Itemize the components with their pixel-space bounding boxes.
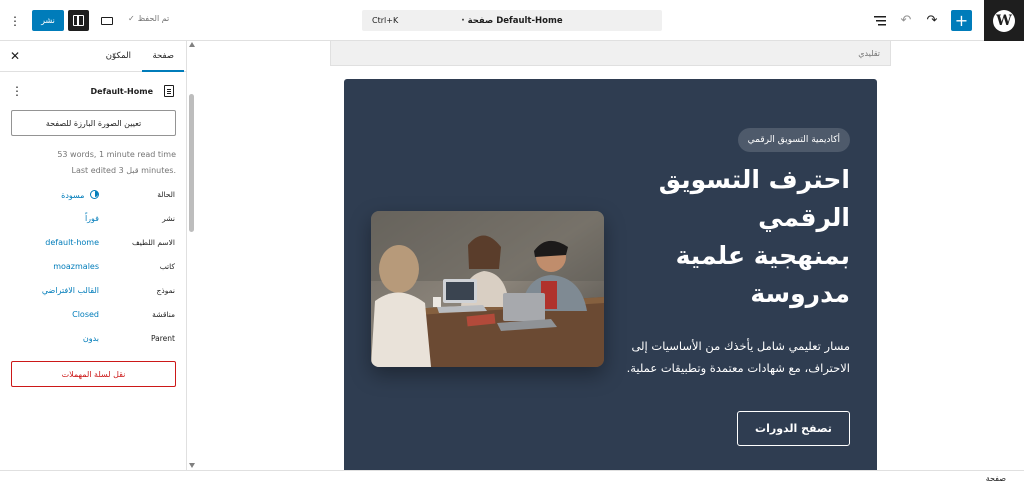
set-featured-image-button[interactable]: تعيين الصورة البارزة للصفحة bbox=[11, 110, 176, 136]
undo-icon: ↶ bbox=[900, 13, 912, 28]
settings-sidebar: صفحة المكوّن ✕ Default-Home ⋮ تعيين الصو… bbox=[0, 41, 187, 470]
template-row: نموذج القالب الافتراضي bbox=[0, 286, 186, 300]
document-overview-button[interactable] bbox=[870, 10, 890, 31]
redo-icon: ↷ bbox=[926, 13, 938, 28]
check-icon: ✓ bbox=[128, 14, 135, 23]
desktop-preview-icon bbox=[101, 16, 113, 25]
scroll-thumb[interactable] bbox=[189, 94, 194, 232]
author-label: كاتب bbox=[159, 262, 175, 271]
hero-image[interactable] bbox=[371, 211, 604, 367]
hero-title-line: مدروسة bbox=[750, 279, 850, 308]
tab-block[interactable]: المكوّن bbox=[106, 51, 131, 61]
post-status-icon bbox=[90, 190, 99, 199]
saved-label: تم الحفظ bbox=[137, 14, 170, 23]
discussion-label: مناقشة bbox=[152, 310, 175, 319]
redo-button[interactable]: ↷ bbox=[922, 10, 942, 31]
wordpress-logo-icon: W bbox=[993, 9, 1015, 32]
plus-icon: + bbox=[954, 11, 969, 30]
active-tab-indicator bbox=[142, 70, 184, 72]
tab-page[interactable]: صفحة bbox=[152, 51, 174, 61]
browse-courses-button[interactable]: تصفح الدورات bbox=[737, 411, 850, 446]
sidebar-tabs: صفحة المكوّن ✕ bbox=[0, 41, 186, 72]
block-breadcrumb[interactable]: صفحة bbox=[986, 474, 1006, 483]
publish-label: نشر bbox=[162, 214, 175, 223]
students-photo-illustration bbox=[371, 211, 604, 367]
hero-section[interactable]: أكاديمية التسويق الرقمي احترف التسويق ال… bbox=[344, 79, 877, 470]
parent-value[interactable]: بدون bbox=[83, 334, 99, 343]
close-icon: ✕ bbox=[10, 49, 21, 63]
document-title: · صفحة Default-Home bbox=[362, 16, 662, 26]
status-row: الحالة مسودة bbox=[0, 190, 186, 204]
document-actions-button[interactable]: ⋮ bbox=[11, 84, 23, 98]
word-count: 53 words, 1 minute read time bbox=[57, 150, 176, 159]
document-type: · صفحة bbox=[461, 15, 494, 26]
classic-block-label: تقليدي bbox=[858, 49, 880, 58]
publish-row: نشر فوراً bbox=[0, 214, 186, 228]
block-inserter-button[interactable]: + bbox=[951, 10, 972, 31]
document-summary: Default-Home ⋮ bbox=[0, 82, 186, 102]
publish-value[interactable]: فوراً bbox=[85, 214, 99, 223]
wordpress-logo-button[interactable]: W bbox=[984, 0, 1024, 41]
hero-title-line: احترف التسويق bbox=[658, 165, 850, 194]
settings-sidebar-toggle[interactable] bbox=[68, 10, 89, 31]
hero-description[interactable]: مسار تعليمي شامل يأخذك من الأساسيات إلى … bbox=[620, 335, 850, 379]
publish-button[interactable]: نشر bbox=[32, 10, 64, 31]
document-name: Default-Home bbox=[90, 87, 153, 96]
editor-topbar: W + ↷ ↶ Ctrl+K · صفحة Default-Home ✓ تم … bbox=[0, 0, 1024, 41]
template-label: نموذج bbox=[156, 286, 175, 295]
slug-value[interactable]: default-home bbox=[45, 238, 99, 247]
undo-button[interactable]: ↶ bbox=[896, 10, 916, 31]
template-value[interactable]: القالب الافتراضي bbox=[42, 286, 99, 295]
editor-canvas: تقليدي أكاديمية التسويق الرقمي احترف الت… bbox=[197, 41, 1024, 470]
classic-block-toolbar[interactable]: تقليدي bbox=[330, 41, 891, 66]
close-sidebar-button[interactable]: ✕ bbox=[10, 49, 20, 63]
slug-row: الاسم اللطيف default-home bbox=[0, 238, 186, 252]
options-menu-button[interactable]: ⋮ bbox=[8, 10, 22, 31]
command-palette-bar[interactable]: Ctrl+K · صفحة Default-Home bbox=[362, 10, 662, 31]
document-title-text: Default-Home bbox=[496, 15, 563, 26]
parent-row: Parent بدون bbox=[0, 334, 186, 348]
more-vertical-icon: ⋮ bbox=[9, 13, 21, 28]
slug-label: الاسم اللطيف bbox=[131, 238, 175, 247]
hero-title-line: الرقمي bbox=[758, 203, 850, 232]
status-text: مسودة bbox=[61, 191, 85, 200]
save-status: ✓ تم الحفظ bbox=[128, 14, 169, 23]
author-row: كاتب moazmales bbox=[0, 262, 186, 276]
document-meta: 53 words, 1 minute read time Last edited… bbox=[10, 147, 176, 179]
sidebar-toggle-icon bbox=[73, 15, 84, 26]
last-edited: Last edited قبل 3 minutes. bbox=[71, 166, 176, 175]
discussion-value[interactable]: Closed bbox=[72, 310, 99, 319]
editor-footer: صفحة bbox=[0, 470, 1024, 486]
move-to-trash-button[interactable]: نقل لسلة المهملات bbox=[11, 361, 176, 387]
editor-app: W + ↷ ↶ Ctrl+K · صفحة Default-Home ✓ تم … bbox=[0, 0, 1024, 486]
status-label: الحالة bbox=[157, 190, 175, 199]
scroll-down-arrow-icon[interactable] bbox=[189, 463, 195, 468]
hero-title[interactable]: احترف التسويق الرقمي بمنهجية علمية مدروس… bbox=[620, 161, 850, 313]
document-overview-icon bbox=[874, 15, 886, 25]
hero-title-line: بمنهجية علمية bbox=[675, 241, 850, 270]
hero-badge: أكاديمية التسويق الرقمي bbox=[737, 128, 850, 152]
author-value[interactable]: moazmales bbox=[53, 262, 99, 271]
page-icon bbox=[164, 85, 174, 97]
status-value[interactable]: مسودة bbox=[61, 190, 99, 200]
scroll-up-arrow-icon[interactable] bbox=[189, 42, 195, 47]
desktop-preview-button[interactable] bbox=[98, 10, 116, 31]
parent-label: Parent bbox=[150, 334, 175, 343]
discussion-row: مناقشة Closed bbox=[0, 310, 186, 324]
sidebar-scrollbar[interactable] bbox=[187, 41, 197, 470]
